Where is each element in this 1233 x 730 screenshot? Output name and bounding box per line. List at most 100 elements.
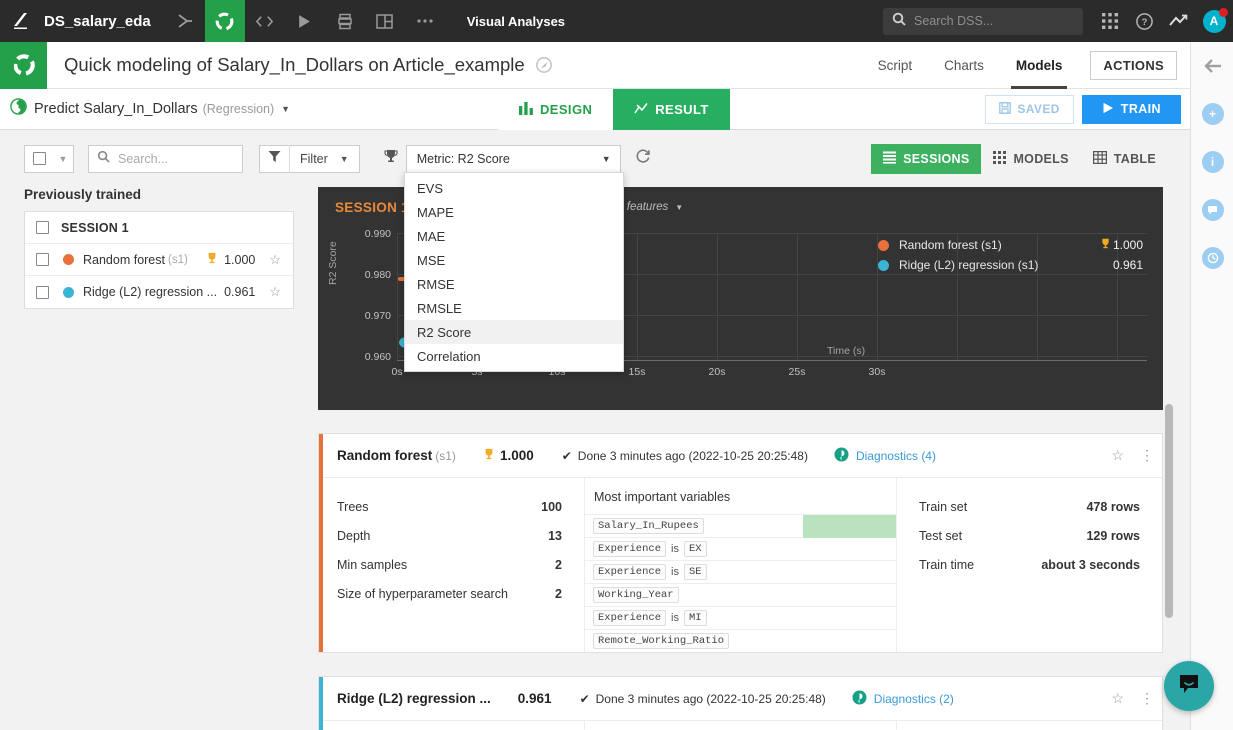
tab-models[interactable]: Models: [1000, 42, 1079, 89]
previously-trained-panel: Previously trained SESSION 1 Random fore…: [24, 187, 294, 309]
dashboard-icon[interactable]: [365, 0, 405, 42]
header-green-accent: [0, 42, 14, 89]
star-icon[interactable]: ☆: [1103, 447, 1132, 464]
check-icon: ✔: [561, 448, 572, 463]
importance-bar: [803, 607, 896, 630]
help-icon[interactable]: ?: [1127, 0, 1161, 42]
diagnostics-link[interactable]: Diagnostics (4): [834, 447, 936, 465]
model-color-dot: [63, 286, 74, 298]
tab-charts[interactable]: Charts: [928, 42, 1000, 89]
legend-item[interactable]: Ridge (L2) regression (s1) 0.961: [878, 255, 1143, 275]
importance-bar: [803, 630, 896, 653]
content-scrollbar[interactable]: [1165, 404, 1173, 618]
dataiku-logo[interactable]: [0, 0, 42, 42]
model-color-dot: [63, 254, 74, 265]
menu-item-mse[interactable]: MSE: [405, 248, 623, 272]
importance-bar: [803, 561, 896, 584]
menu-item-rmse[interactable]: RMSE: [405, 272, 623, 296]
tab-design[interactable]: DESIGN: [498, 89, 614, 130]
view-table-label: TABLE: [1113, 151, 1156, 166]
metric-selector[interactable]: Metric: R2 Score ▼: [376, 144, 621, 173]
x-tick: 25s: [788, 366, 806, 378]
flow-icon[interactable]: [165, 0, 205, 42]
design-icon: [519, 101, 533, 118]
session-label: SESSION 1: [61, 220, 129, 235]
menu-item-evs[interactable]: EVS: [405, 176, 623, 200]
prediction-icon: [10, 98, 27, 120]
variable-name: Remote_Working_Ratio: [593, 633, 730, 649]
lab-icon[interactable]: [204, 0, 245, 42]
tab-result[interactable]: RESULT: [613, 89, 730, 130]
status-badge-icon[interactable]: [535, 57, 552, 73]
saved-button[interactable]: SAVED: [985, 94, 1074, 124]
search-icon: [97, 150, 110, 168]
star-icon[interactable]: ☆: [269, 284, 281, 300]
actions-button[interactable]: ACTIONS: [1090, 50, 1177, 80]
history-icon[interactable]: [1191, 234, 1233, 282]
x-tick: 0s: [391, 366, 403, 378]
refresh-icon[interactable]: [635, 148, 651, 169]
tab-script[interactable]: Script: [862, 42, 929, 89]
global-search-input[interactable]: Search DSS...: [883, 7, 1083, 35]
star-icon[interactable]: ☆: [269, 252, 281, 268]
menu-item-mape[interactable]: MAPE: [405, 200, 623, 224]
model-name[interactable]: Random forest: [337, 448, 432, 463]
legend-value: 0.961: [1112, 258, 1143, 272]
view-table-button[interactable]: TABLE: [1081, 144, 1168, 174]
model-name[interactable]: Ridge (L2) regression ...: [337, 691, 491, 706]
legend-color-dot: [878, 259, 889, 271]
view-models-button[interactable]: MODELS: [981, 144, 1080, 174]
menu-item-r2-score[interactable]: R2 Score: [405, 320, 623, 344]
saved-label: SAVED: [1017, 102, 1060, 116]
session-checkbox[interactable]: [36, 221, 49, 234]
predict-selector[interactable]: Predict Salary_In_Dollars (Regression) ▼: [0, 98, 290, 120]
legend-value: 1.000: [1112, 238, 1143, 252]
menu-item-rmsle[interactable]: RMSLE: [405, 296, 623, 320]
jobs-icon[interactable]: [325, 0, 365, 42]
apps-grid-icon[interactable]: [1093, 0, 1127, 42]
model-score: 0.961: [224, 285, 256, 299]
model-checkbox[interactable]: [36, 253, 49, 266]
session-row[interactable]: SESSION 1: [25, 212, 293, 244]
train-button[interactable]: TRAIN: [1081, 94, 1181, 124]
diagnostics-link[interactable]: Diagnostics (2): [852, 690, 954, 708]
add-icon[interactable]: +: [1191, 90, 1233, 138]
view-models-label: MODELS: [1013, 151, 1069, 166]
chat-widget-button[interactable]: [1164, 661, 1214, 711]
model-checkbox[interactable]: [36, 285, 49, 299]
list-item[interactable]: Random forest (s1) 1.000 ☆: [25, 244, 293, 276]
model-score: 1.000: [224, 252, 256, 267]
search-input[interactable]: Search...: [88, 144, 243, 173]
trend-icon[interactable]: [1161, 0, 1195, 42]
trophy-icon: [483, 448, 495, 463]
info-icon[interactable]: i: [1191, 138, 1233, 186]
metric-select-box[interactable]: Metric: R2 Score ▼: [405, 144, 621, 173]
parameter-row: Min samples 2: [337, 558, 562, 572]
section-label: Visual Analyses: [466, 13, 566, 29]
variable-operator: is: [671, 566, 679, 578]
menu-item-mae[interactable]: MAE: [405, 224, 623, 248]
more-menu-icon[interactable]: ⋮: [1132, 447, 1162, 464]
comment-icon[interactable]: [1191, 186, 1233, 234]
filter-dropdown[interactable]: Filter ▼: [259, 144, 360, 173]
select-all-dropdown[interactable]: ▼: [24, 144, 74, 173]
project-name[interactable]: DS_salary_eda: [42, 13, 165, 30]
model-name: Random forest: [83, 252, 165, 267]
chevron-down-icon[interactable]: ▼: [53, 154, 73, 164]
table-row: Remote_Working_Ratio: [585, 629, 896, 652]
legend-item[interactable]: Random forest (s1) 1.000: [878, 235, 1143, 255]
code-icon[interactable]: [245, 0, 285, 42]
list-item[interactable]: Ridge (L2) regression ... 0.961 ☆: [25, 276, 293, 308]
play-icon[interactable]: [285, 0, 325, 42]
user-avatar[interactable]: A: [1195, 0, 1233, 42]
session-card-title: SESSION 1: [335, 199, 409, 215]
more-menu-icon[interactable]: ⋮: [1132, 690, 1162, 707]
more-icon[interactable]: [405, 0, 445, 42]
collapse-arrow-icon[interactable]: [1191, 42, 1233, 90]
menu-item-correlation[interactable]: Correlation: [405, 344, 623, 368]
view-sessions-button[interactable]: SESSIONS: [871, 143, 982, 174]
chevron-down-icon[interactable]: ▼: [675, 203, 683, 212]
model-status-text: Done 3 minutes ago (2022-10-25 20:25:48): [577, 448, 808, 463]
select-all-checkbox[interactable]: [25, 152, 53, 165]
star-icon[interactable]: ☆: [1103, 690, 1132, 707]
